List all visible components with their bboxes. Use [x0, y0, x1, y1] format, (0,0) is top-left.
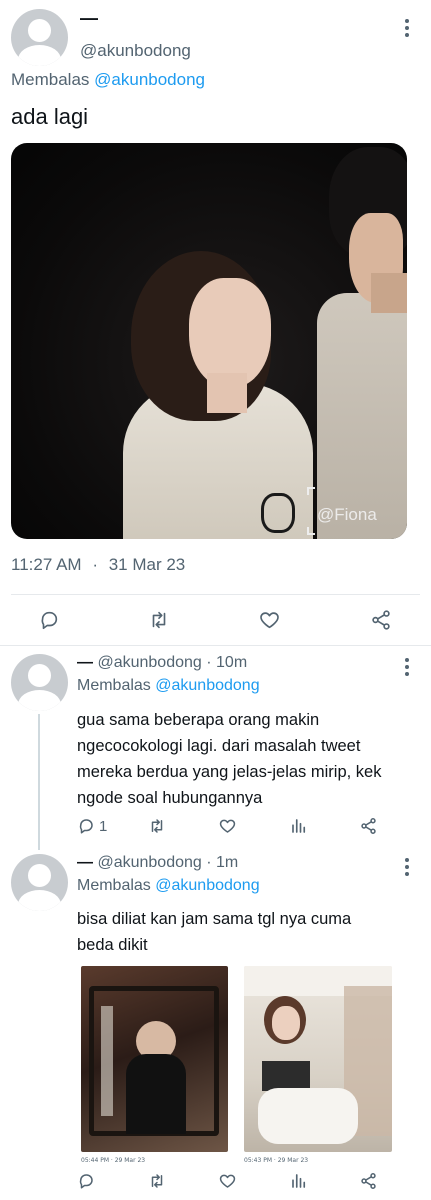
reply-count: 1: [99, 818, 108, 835]
tweet-age: 1m: [216, 854, 239, 871]
display-name: —: [80, 8, 98, 28]
display-name: —: [77, 854, 93, 871]
views-icon[interactable]: [290, 817, 308, 835]
share-icon[interactable]: [359, 817, 378, 835]
handle[interactable]: @akunbodong: [80, 41, 191, 61]
heart-icon[interactable]: [258, 609, 281, 631]
handle[interactable]: @akunbodong: [97, 854, 201, 871]
retweet-icon[interactable]: [147, 609, 171, 631]
replying-to-link[interactable]: @akunbodong: [94, 70, 205, 89]
divider: [0, 645, 431, 646]
avatar[interactable]: [11, 854, 68, 911]
more-icon[interactable]: [404, 658, 410, 676]
time-separator: ·: [206, 654, 212, 671]
replying-prefix: Membalas: [77, 677, 151, 694]
reply-icon[interactable]: [77, 817, 95, 835]
time-separator: ·: [206, 854, 212, 871]
watermark: @Fiona: [317, 505, 377, 524]
replying-to: Membalas @akunbodong: [11, 70, 205, 90]
attachment-caption: 05:43 PM · 29 Mar 23: [244, 1157, 309, 1164]
attachment-caption: 05:44 PM · 29 Mar 23: [81, 1157, 146, 1164]
replying-to-link[interactable]: @akunbodong: [155, 677, 259, 694]
replying-to-link[interactable]: @akunbodong: [155, 877, 259, 894]
replying-to: Membalas @akunbodong: [77, 877, 260, 895]
attachment-image[interactable]: [244, 966, 392, 1152]
thread-line: [38, 714, 40, 850]
avatar[interactable]: [11, 654, 68, 711]
retweet-icon[interactable]: [147, 817, 167, 835]
share-icon[interactable]: [359, 1172, 378, 1190]
reply-header: — @akunbodong · 10m: [77, 654, 247, 672]
tweet-text: ada lagi: [11, 104, 89, 129]
tweet-time: 11:27 AM: [11, 555, 82, 574]
tweet-age: 10m: [216, 654, 248, 671]
attachment-image[interactable]: [81, 966, 228, 1152]
replying-prefix: Membalas: [11, 70, 90, 89]
replying-prefix: Membalas: [77, 877, 151, 894]
tweet-date: 31 Mar 23: [108, 555, 186, 574]
retweet-icon[interactable]: [147, 1172, 167, 1190]
more-icon[interactable]: [404, 858, 410, 876]
tweet-photo[interactable]: @Fiona: [11, 143, 407, 539]
replying-to: Membalas @akunbodong: [77, 677, 260, 695]
share-icon[interactable]: [369, 609, 393, 631]
views-icon[interactable]: [290, 1172, 308, 1190]
heart-icon[interactable]: [218, 1172, 237, 1190]
tweet-text: gua sama beberapa orang makin ngecocokol…: [77, 711, 382, 807]
reply-header: — @akunbodong · 1m: [77, 854, 238, 872]
divider: [11, 594, 420, 595]
display-name: —: [77, 654, 93, 671]
tweet-text: bisa diliat kan jam sama tgl nya cuma be…: [77, 910, 352, 954]
reply-icon[interactable]: [77, 1172, 95, 1190]
handle[interactable]: @akunbodong: [97, 654, 201, 671]
timestamp: 11:27 AM · 31 Mar 23: [11, 555, 185, 575]
heart-icon[interactable]: [218, 817, 237, 835]
avatar[interactable]: [11, 9, 68, 66]
reply-icon[interactable]: [38, 609, 60, 631]
more-icon[interactable]: [404, 19, 410, 37]
date-separator: ·: [92, 555, 98, 574]
